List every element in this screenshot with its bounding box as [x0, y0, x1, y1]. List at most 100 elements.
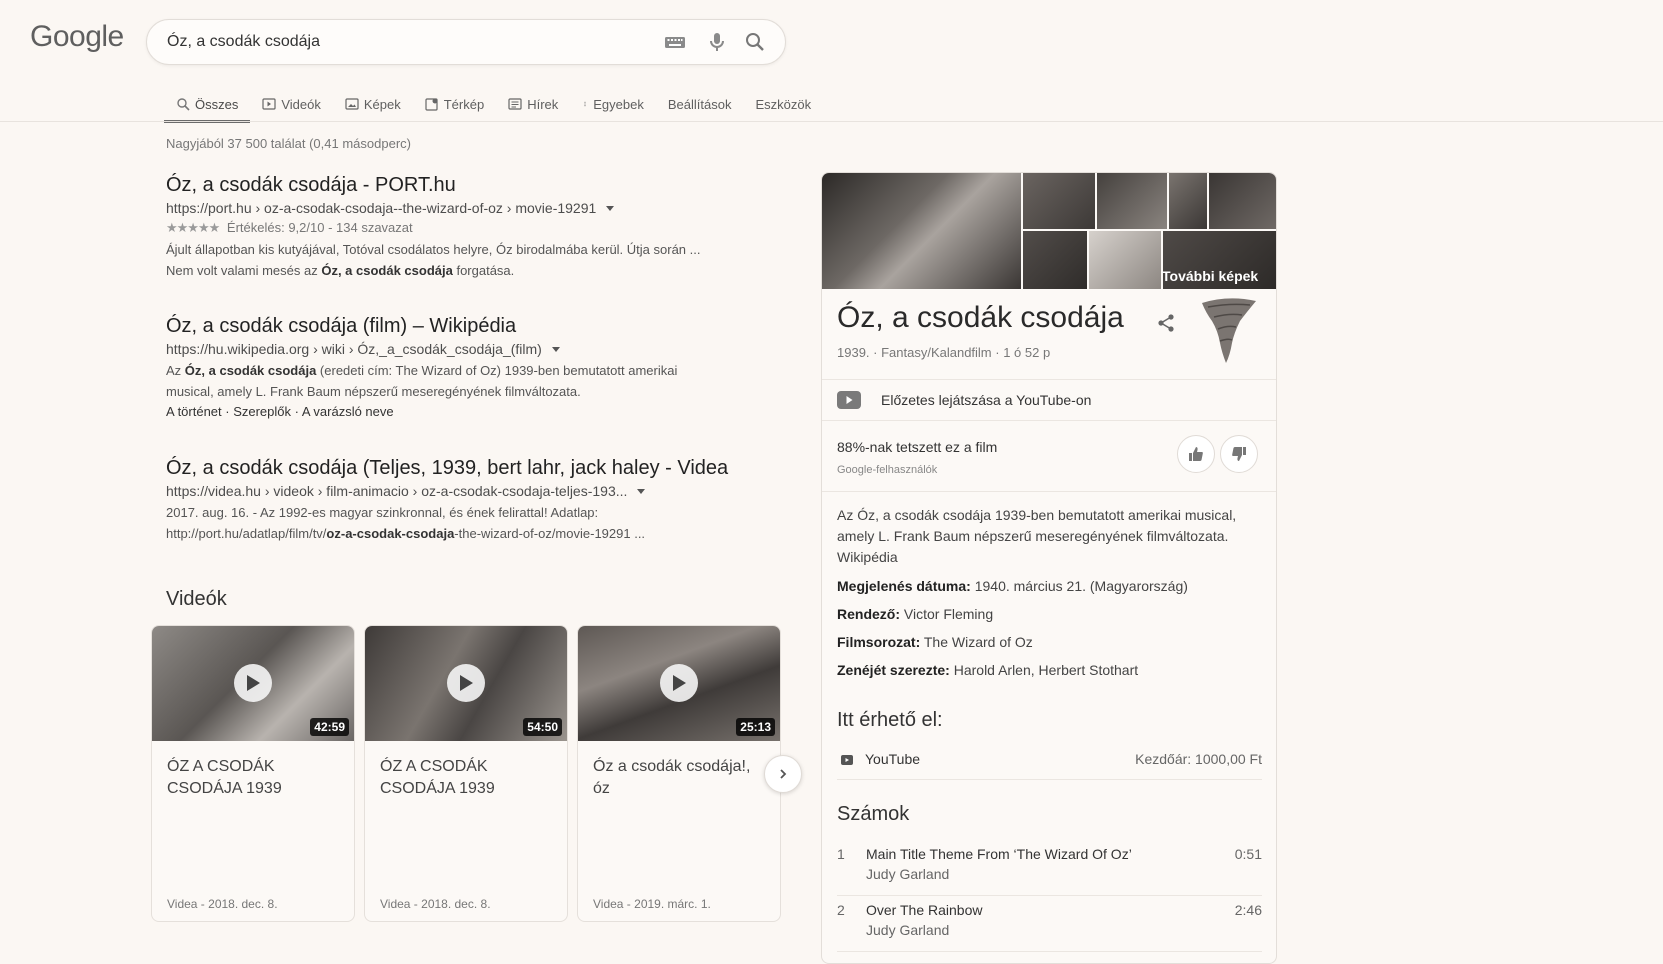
google-logo[interactable]: Google — [30, 20, 124, 54]
like-percentage: 88%-nak tetszett ez a film — [837, 439, 998, 455]
panel-thumb-image[interactable] — [1209, 173, 1276, 229]
panel-thumb-image[interactable] — [1089, 231, 1161, 289]
result-url: https://hu.wikipedia.org › wiki › Óz,_a_… — [166, 341, 786, 357]
search-result: Óz, a csodák csodája - PORT.hu https://p… — [166, 172, 786, 281]
dropdown-caret-icon[interactable] — [637, 488, 646, 494]
video-source: Videa - 2019. márc. 1. — [593, 897, 711, 911]
rating-stars-icon: ★★★★★ — [166, 220, 220, 235]
tab-label: Összes — [195, 96, 239, 112]
video-title[interactable]: ÓZ A CSODÁK CSODÁJA 1939 — [380, 756, 550, 800]
panel-thumb-image[interactable] — [1023, 231, 1087, 289]
search-box[interactable]: Óz, a csodák csodája — [146, 19, 786, 65]
tab-more[interactable]: Egyebek — [570, 86, 656, 122]
snippet-line: musical, amely L. Frank Baum népszerű me… — [166, 384, 581, 399]
tab-images[interactable]: Képek — [333, 86, 413, 122]
tab-settings[interactable]: Beállítások — [656, 86, 744, 122]
result-url: https://port.hu › oz-a-csodak-csodaja--t… — [166, 200, 786, 216]
video-card[interactable]: 42:59 ÓZ A CSODÁK CSODÁJA 1939 Videa - 2… — [151, 625, 355, 922]
video-card[interactable]: 54:50 ÓZ A CSODÁK CSODÁJA 1939 Videa - 2… — [364, 625, 568, 922]
fact-value[interactable]: 1940. március 21. (Magyarország) — [971, 578, 1188, 594]
track-number: 2 — [837, 902, 845, 918]
snippet-text: forgatása. — [452, 263, 515, 278]
result-url: https://videa.hu › videok › film-animaci… — [166, 483, 786, 499]
panel-divider — [837, 779, 1262, 780]
snippet-highlight: Óz, a csodák csodája — [184, 363, 317, 378]
video-title[interactable]: Óz a csodák csodája!, óz — [593, 756, 763, 800]
panel-divider — [837, 895, 1262, 896]
result-url-text: https://hu.wikipedia.org › wiki › Óz,_a_… — [166, 341, 542, 357]
share-icon[interactable] — [1154, 311, 1178, 335]
tab-maps[interactable]: Térkép — [413, 86, 496, 122]
snippet-highlight: Óz, a csodák csodája — [321, 263, 453, 278]
tab-news[interactable]: Hírek — [496, 86, 570, 122]
panel-main-image[interactable] — [822, 173, 1021, 289]
panel-thumb-image[interactable] — [1097, 173, 1167, 229]
track-artist: Judy Garland — [866, 922, 950, 938]
snippet-text: http://port.hu/adatlap/film/tv/ — [166, 526, 327, 541]
fact-label[interactable]: Zenéjét szerezte: — [837, 662, 950, 678]
play-icon[interactable] — [660, 664, 698, 702]
fact-value[interactable]: Harold Arlen, Herbert Stothart — [950, 662, 1138, 678]
snippet-text: (eredeti cím: The Wizard of Oz) 1939-ben… — [316, 363, 678, 378]
tab-label: Eszközök — [755, 96, 812, 112]
youtube-icon — [837, 391, 861, 409]
fact-value[interactable]: Victor Fleming — [900, 606, 993, 622]
fact-release-date: Megjelenés dátuma: 1940. március 21. (Ma… — [837, 578, 1188, 594]
youtube-trailer-link[interactable]: Előzetes lejátszása a YouTube-on — [837, 391, 1091, 409]
panel-subtitle: 1939. · Fantasy/Kalandfilm · 1 ó 52 p — [837, 345, 1051, 360]
track-row[interactable]: 1 Main Title Theme From ‘The Wizard Of O… — [837, 846, 1262, 888]
thumbs-up-button[interactable] — [1177, 435, 1215, 473]
mic-icon[interactable] — [705, 30, 729, 54]
video-thumbnail[interactable]: 42:59 — [152, 626, 354, 741]
search-input[interactable]: Óz, a csodák csodája — [167, 33, 320, 51]
keyboard-icon[interactable] — [663, 30, 687, 54]
play-icon[interactable] — [447, 664, 485, 702]
video-card[interactable]: 25:13 Óz a csodák csodája!, óz Videa - 2… — [577, 625, 781, 922]
video-thumbnail[interactable]: 54:50 — [365, 626, 567, 741]
news-icon — [508, 98, 522, 110]
available-heading: Itt érhető el: — [837, 709, 943, 731]
result-title-link[interactable]: Óz, a csodák csodája - PORT.hu — [166, 172, 786, 198]
play-icon[interactable] — [234, 664, 272, 702]
snippet-text: Az — [166, 363, 185, 378]
fact-label[interactable]: Megjelenés dátuma: — [837, 578, 971, 594]
thumbs-up-icon — [1189, 447, 1203, 461]
more-images-label[interactable]: További képek — [1162, 268, 1258, 284]
track-length: 2:46 — [1234, 902, 1262, 918]
knowledge-panel: További képek Óz, a csodák csodája 1939.… — [821, 172, 1277, 964]
tab-label: Hírek — [527, 96, 559, 112]
image-icon — [345, 98, 359, 110]
like-source: Google-felhasználók — [837, 464, 938, 476]
description-source-link[interactable]: Wikipédia — [837, 549, 898, 565]
video-source: Videa - 2018. dec. 8. — [167, 897, 278, 911]
video-source: Videa - 2018. dec. 8. — [380, 897, 491, 911]
tab-all[interactable]: Összes — [164, 86, 251, 123]
dropdown-caret-icon[interactable] — [551, 346, 560, 352]
result-title-link[interactable]: Óz, a csodák csodája (Teljes, 1939, bert… — [166, 455, 786, 481]
panel-divider — [822, 491, 1276, 492]
track-name: Main Title Theme From ‘The Wizard Of Oz’ — [866, 846, 1132, 862]
tab-label: Térkép — [443, 96, 485, 112]
panel-thumb-image[interactable] — [1023, 173, 1095, 229]
thumbs-down-button[interactable] — [1220, 435, 1258, 473]
fact-label[interactable]: Filmsorozat: — [837, 634, 920, 650]
availability-row[interactable]: YouTube Kezdőár: 1000,00 Ft — [837, 751, 1262, 775]
video-duration: 25:13 — [736, 718, 775, 736]
availability-name: YouTube — [865, 751, 921, 767]
result-title-link[interactable]: Óz, a csodák csodája (film) – Wikipédia — [166, 313, 786, 339]
snippet-highlight: oz-a-csodak-csodaja — [326, 526, 455, 541]
panel-divider — [822, 379, 1276, 380]
video-thumbnail[interactable]: 25:13 — [578, 626, 780, 741]
dropdown-caret-icon[interactable] — [606, 205, 615, 211]
fact-label[interactable]: Rendező: — [837, 606, 900, 622]
track-row[interactable]: 2 Over The Rainbow Judy Garland 2:46 — [837, 902, 1262, 944]
carousel-next-button[interactable] — [764, 755, 802, 793]
search-icon[interactable] — [743, 30, 767, 54]
sitelinks[interactable]: A történet · Szereplők · A varázsló neve — [166, 404, 786, 419]
tab-videos[interactable]: Videók — [250, 86, 333, 122]
video-title[interactable]: ÓZ A CSODÁK CSODÁJA 1939 — [167, 756, 337, 800]
tab-tools[interactable]: Eszközök — [743, 86, 823, 122]
result-stats: Nagyjából 37 500 találat (0,41 másodperc… — [166, 136, 411, 151]
fact-value[interactable]: The Wizard of Oz — [920, 634, 1033, 650]
panel-thumb-image[interactable] — [1169, 173, 1207, 229]
